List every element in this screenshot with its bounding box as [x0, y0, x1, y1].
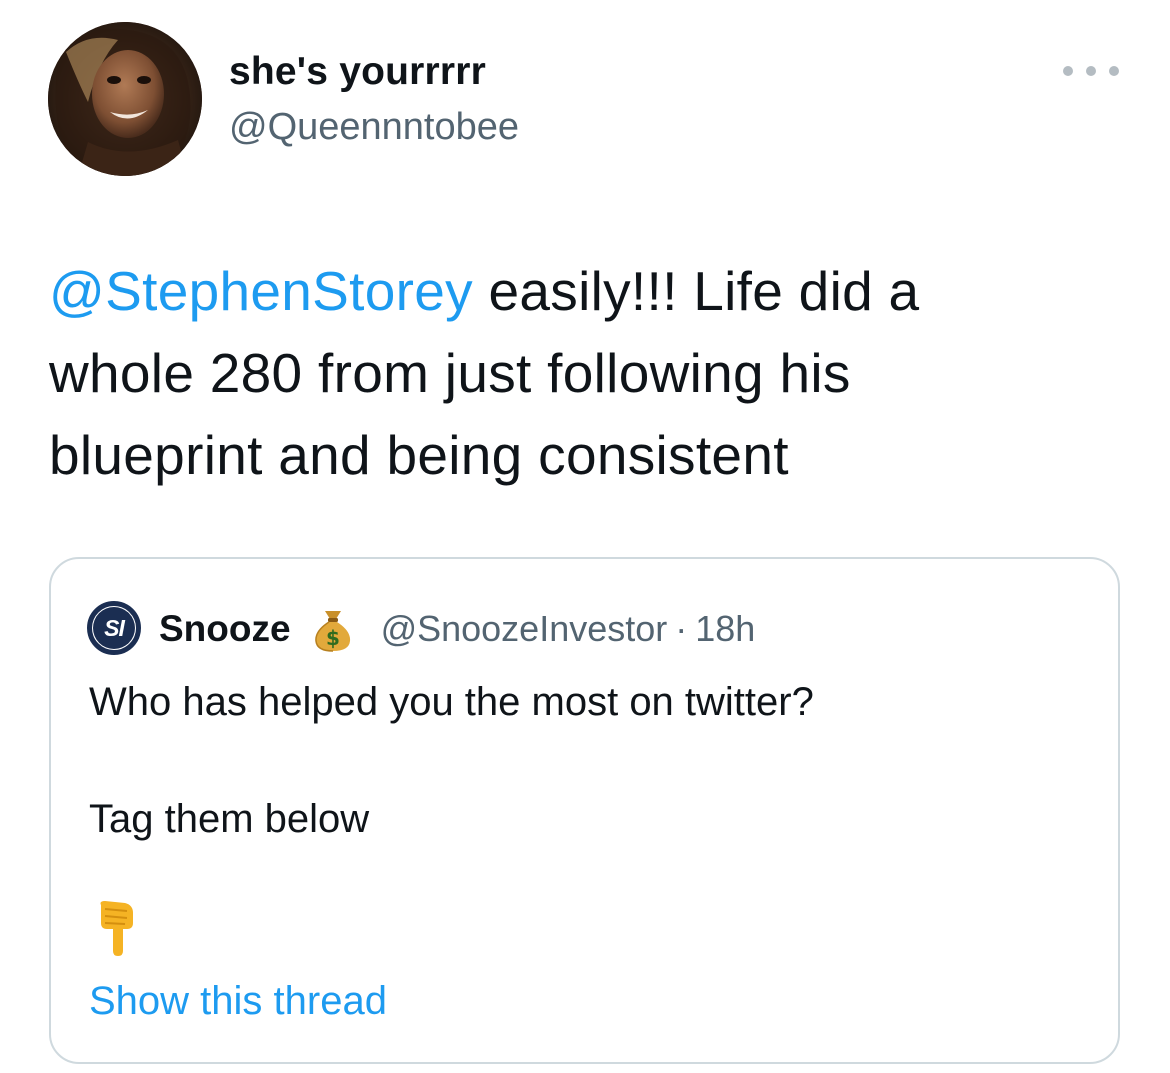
avatar-photo — [48, 22, 202, 176]
pointing-down-hand-icon — [100, 901, 133, 956]
author-handle[interactable]: @Queennntobee — [229, 106, 519, 149]
more-options-button[interactable] — [1063, 56, 1119, 86]
quoted-display-name: Snooze — [159, 608, 291, 649]
tweet-text-line3: blueprint and being consistent — [49, 424, 789, 486]
quoted-avatar-logo: SI — [93, 607, 135, 649]
money-bag-icon: $ — [314, 611, 350, 652]
quoted-separator: · — [675, 608, 688, 649]
more-horizontal-icon — [1063, 66, 1073, 76]
tweet-text-line1: easily!!! Life did a — [472, 260, 920, 322]
tweet-text: @StephenStorey easily!!! Life did a whol… — [49, 250, 1129, 496]
tweet: she's yourrrrr @Queennntobee @StephenSto… — [0, 0, 1170, 1073]
author-display-name[interactable]: she's yourrrrr — [229, 50, 486, 94]
quoted-avatar[interactable]: SI — [87, 601, 141, 655]
quoted-text-line2: Tag them below — [89, 797, 370, 841]
author-avatar[interactable] — [48, 22, 202, 176]
more-horizontal-icon-dot — [1086, 66, 1096, 76]
quoted-timestamp: 18h — [695, 608, 756, 649]
more-horizontal-icon-dot — [1109, 66, 1119, 76]
mention-link[interactable]: @StephenStorey — [49, 260, 473, 322]
tweet-text-line2: whole 280 from just following his — [49, 342, 851, 404]
quoted-tweet-card[interactable]: SI Snooze $ @SnoozeInvestor · 18h Who ha… — [49, 557, 1120, 1064]
quoted-text-line1: Who has helped you the most on twitter? — [89, 680, 814, 724]
quoted-handle: @SnoozeInvestor — [380, 608, 668, 649]
quoted-header: Snooze $ @SnoozeInvestor · 18h — [159, 605, 755, 653]
show-thread-link[interactable]: Show this thread — [89, 979, 387, 1024]
svg-text:$: $ — [326, 626, 340, 650]
